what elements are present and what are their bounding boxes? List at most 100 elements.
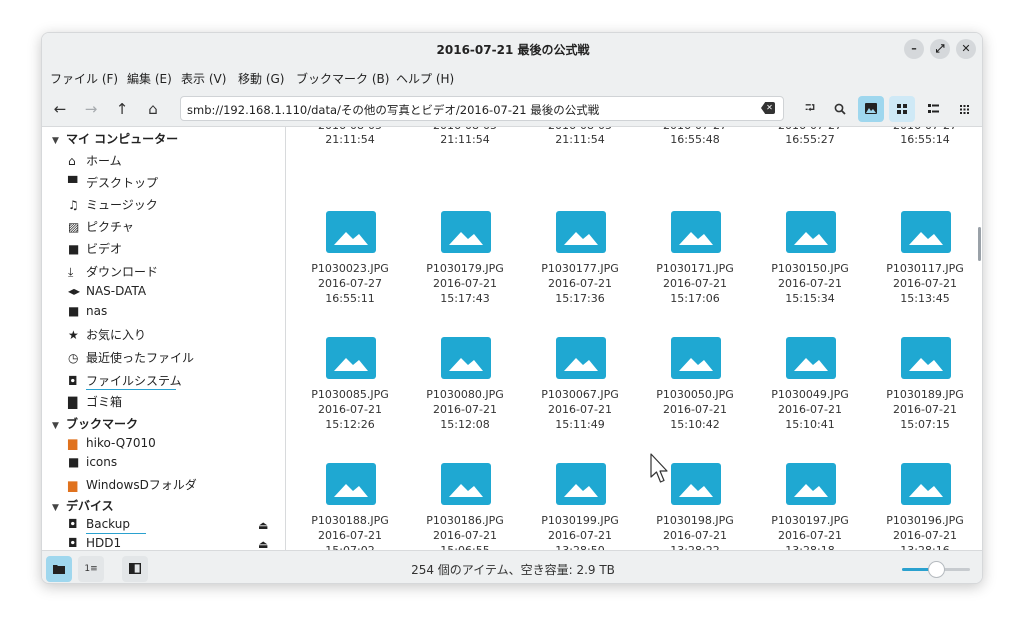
file-date: 2016-07-21 bbox=[663, 277, 727, 290]
image-file-icon bbox=[901, 463, 951, 505]
file-item[interactable]: P1030080.JPG 2016-07-21 15:12:08 bbox=[410, 337, 520, 447]
file-date: 2016-07-27 bbox=[755, 127, 865, 132]
image-file-icon bbox=[556, 211, 606, 253]
file-item[interactable]: 2016-08-0521:11:54 bbox=[525, 127, 635, 149]
file-item[interactable]: P1030196.JPG2016-07-2113:28:16 bbox=[870, 463, 980, 550]
file-item[interactable]: 2016-08-0521:11:54 bbox=[410, 127, 520, 149]
file-time: 21:11:54 bbox=[440, 133, 490, 146]
sidebar-item-nas[interactable]: ■ nas bbox=[68, 304, 107, 322]
sidebar-section-bookmarks[interactable]: ▼ ブックマーク bbox=[52, 415, 138, 432]
file-time: 15:17:36 bbox=[555, 292, 605, 305]
sidebar-item-filesystem[interactable]: ◘ ファイルシステム bbox=[68, 372, 182, 390]
file-item[interactable]: P1030177.JPG 2016-07-21 15:17:36 bbox=[525, 211, 635, 321]
menu-bookmarks[interactable]: ブックマーク (B) bbox=[296, 70, 389, 87]
arrow-right-icon: → bbox=[84, 100, 98, 118]
file-time: 16:55:48 bbox=[670, 133, 720, 146]
eject-backup-icon[interactable]: ⏏ bbox=[258, 519, 268, 532]
title-bar[interactable]: 2016-07-21 最後の公式戦 – ⤢ ✕ bbox=[42, 33, 982, 65]
file-item[interactable]: 2016-07-2716:55:27 bbox=[755, 127, 865, 149]
file-item[interactable]: P1030150.JPG 2016-07-21 15:15:34 bbox=[755, 211, 865, 321]
file-item[interactable]: P1030067.JPG 2016-07-21 15:11:49 bbox=[525, 337, 635, 447]
drive-icon: ◘ bbox=[68, 536, 78, 550]
file-name: P1030179.JPG bbox=[426, 262, 504, 275]
zoom-slider[interactable] bbox=[902, 561, 970, 578]
file-item[interactable]: P1030179.JPG 2016-07-21 15:17:43 bbox=[410, 211, 520, 321]
eject-hdd1-icon[interactable]: ⏏ bbox=[258, 538, 268, 550]
sidebar-item-icons[interactable]: ■ icons bbox=[68, 455, 117, 473]
file-item[interactable]: P1030023.JPG 2016-07-27 16:55:11 bbox=[295, 211, 405, 321]
file-date: 2016-07-21 bbox=[433, 403, 497, 416]
compact-view-button[interactable] bbox=[951, 96, 977, 122]
sidebar-section-devices[interactable]: ▼ デバイス bbox=[52, 497, 114, 514]
sidebar-section-my-computer[interactable]: ▼ マイ コンピューター bbox=[52, 130, 178, 147]
menu-view[interactable]: 表示 (V) bbox=[181, 70, 226, 87]
sidebar-item-hdd1[interactable]: ◘ HDD1 bbox=[68, 536, 121, 550]
folder-shared-icon: ▆ bbox=[68, 436, 78, 450]
file-item[interactable]: 2016-07-2716:55:48 bbox=[640, 127, 750, 149]
image-file-icon bbox=[441, 463, 491, 505]
file-item[interactable]: P1030171.JPG 2016-07-21 15:17:06 bbox=[640, 211, 750, 321]
search-button[interactable] bbox=[828, 97, 852, 121]
sidebar: ▼ マイ コンピューター ⌂ ホーム ▀ デスクトップ ♫ ミュージック ▨ ピクチャ ■… bbox=[42, 127, 286, 550]
file-item[interactable]: P1030199.JPG2016-07-2113:28:50 bbox=[525, 463, 635, 550]
zoom-slider-handle[interactable] bbox=[928, 561, 945, 578]
sidebar-item-pictures[interactable]: ▨ ピクチャ bbox=[68, 218, 134, 236]
file-item[interactable]: P1030050.JPG 2016-07-21 15:10:42 bbox=[640, 337, 750, 447]
file-item[interactable]: P1030049.JPG 2016-07-21 15:10:41 bbox=[755, 337, 865, 447]
location-bar[interactable]: smb://192.168.1.110/data/その他の写真とビデオ/2016… bbox=[180, 96, 784, 121]
list-view-button[interactable] bbox=[920, 96, 946, 122]
sidebar-item-nas-data[interactable]: ◂▸ NAS-DATA bbox=[68, 284, 146, 302]
file-time: 15:10:42 bbox=[670, 418, 720, 431]
image-file-icon bbox=[556, 337, 606, 379]
file-item[interactable]: P1030189.JPG 2016-07-21 15:07:15 bbox=[870, 337, 980, 447]
close-button[interactable]: ✕ bbox=[956, 39, 976, 59]
forward-button[interactable]: → bbox=[79, 97, 103, 121]
preview-view-button[interactable] bbox=[858, 96, 884, 122]
sidebar-item-home[interactable]: ⌂ ホーム bbox=[68, 152, 122, 170]
file-item[interactable]: P1030186.JPG2016-07-2115:06:55 bbox=[410, 463, 520, 550]
minimize-button[interactable]: – bbox=[904, 39, 924, 59]
search-icon bbox=[834, 103, 846, 115]
sidebar-item-videos[interactable]: ■ ビデオ bbox=[68, 240, 122, 258]
toggle-location-button[interactable]: ⮒ bbox=[798, 97, 822, 121]
file-time: 15:17:06 bbox=[670, 292, 720, 305]
menu-go[interactable]: 移動 (G) bbox=[238, 70, 284, 87]
sidebar-item-desktop[interactable]: ▀ デスクトップ bbox=[68, 174, 158, 192]
image-file-icon bbox=[671, 211, 721, 253]
sidebar-item-trash[interactable]: ▇ ゴミ箱 bbox=[68, 393, 122, 411]
file-item[interactable]: P1030117.JPG 2016-07-21 15:13:45 bbox=[870, 211, 980, 321]
scrollbar[interactable] bbox=[978, 227, 981, 261]
drive-icon: ◘ bbox=[68, 374, 78, 388]
file-time: 16:55:27 bbox=[785, 133, 835, 146]
sidebar-item-recent[interactable]: ◷ 最近使ったファイル bbox=[68, 349, 194, 367]
file-date: 2016-07-21 bbox=[778, 529, 842, 542]
sidebar-item-hiko-q7010[interactable]: ▆ hiko-Q7010 bbox=[68, 436, 156, 454]
maximize-button[interactable]: ⤢ bbox=[930, 39, 950, 59]
file-item[interactable]: P1030085.JPG 2016-07-21 15:12:26 bbox=[295, 337, 405, 447]
menu-file[interactable]: ファイル (F) bbox=[50, 70, 118, 87]
file-item[interactable]: P1030197.JPG2016-07-2113:28:18 bbox=[755, 463, 865, 550]
file-item[interactable]: 2016-07-2716:55:14 bbox=[870, 127, 980, 149]
up-button[interactable]: ↑ bbox=[110, 97, 134, 121]
arrow-up-icon: ↑ bbox=[115, 100, 129, 118]
back-button[interactable]: ← bbox=[48, 97, 72, 121]
sidebar-item-favorites[interactable]: ★ お気に入り bbox=[68, 326, 146, 344]
swap-icon: ⮒ bbox=[804, 101, 816, 116]
file-name: P1030150.JPG bbox=[771, 262, 849, 275]
file-name: P1030199.JPG bbox=[541, 514, 619, 527]
file-name: P1030177.JPG bbox=[541, 262, 619, 275]
sidebar-item-downloads[interactable]: ⤓ ダウンロード bbox=[68, 263, 158, 281]
clear-location-icon[interactable]: ✕ bbox=[761, 102, 775, 114]
sidebar-item-windowsd-folder[interactable]: ▆ WindowsDフォルダ bbox=[68, 476, 197, 494]
desktop-icon: ▀ bbox=[68, 176, 78, 190]
home-button[interactable]: ⌂ bbox=[141, 97, 165, 121]
file-item[interactable]: P1030188.JPG2016-07-2115:07:02 bbox=[295, 463, 405, 550]
file-view[interactable]: 2016-08-0521:11:542016-08-0521:11:542016… bbox=[287, 127, 982, 550]
menu-help[interactable]: ヘルプ (H) bbox=[396, 70, 454, 87]
file-date: 2016-08-05 bbox=[295, 127, 405, 132]
sidebar-item-music[interactable]: ♫ ミュージック bbox=[68, 196, 158, 214]
file-time: 15:11:49 bbox=[555, 418, 605, 431]
menu-edit[interactable]: 編集 (E) bbox=[127, 70, 172, 87]
file-item[interactable]: 2016-08-0521:11:54 bbox=[295, 127, 405, 149]
icon-view-button[interactable] bbox=[889, 96, 915, 122]
